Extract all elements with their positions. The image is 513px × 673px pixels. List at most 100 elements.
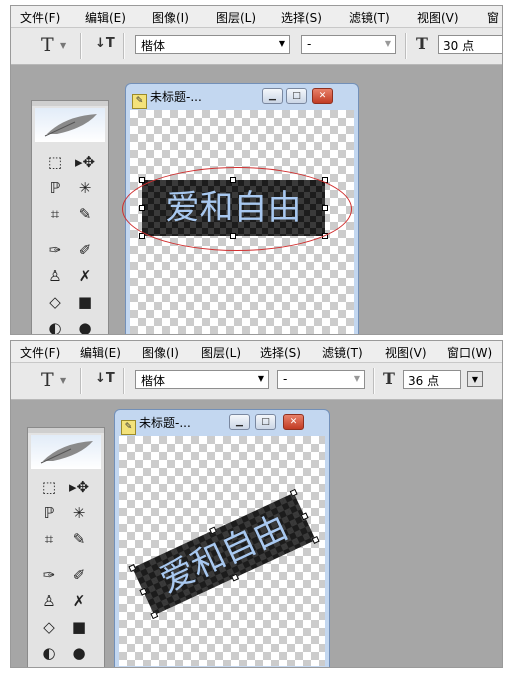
text-orientation-icon[interactable]: ↓T [95,36,115,51]
gradient-tool-icon[interactable]: ■ [72,291,98,313]
menu-view[interactable]: 视图(V) [385,344,427,361]
brush-tool-icon[interactable]: ✐ [66,564,92,586]
tools-panel: ⬚ ▸✥ ℙ ✳ ⌗ ✎ ✑ ✐ ♙ ✗ ◇ ■ ◐ ● [31,100,109,334]
maximize-button[interactable]: □ [255,414,276,430]
font-style-value: - [283,372,288,386]
chevron-down-icon[interactable]: ▼ [60,41,66,50]
slice-tool-icon[interactable]: ✎ [66,528,92,550]
font-size-value: 36 点 [408,374,440,388]
red-annotation-oval [122,167,352,251]
rotated-text-group: 爱和自由 [125,487,323,622]
eraser-tool-icon[interactable]: ◇ [42,291,68,313]
history-brush-tool-icon[interactable]: ✗ [66,590,92,612]
brush-tool-icon[interactable]: ✐ [72,239,98,261]
separator [80,368,82,394]
menu-file[interactable]: 文件(F) [20,344,60,361]
options-bar: T ▼ ↓T 楷体 ▼ - ▼ T 36 点 ▼ [11,363,502,400]
font-size-input[interactable]: 36 点 [403,370,461,389]
feather-logo [31,435,101,469]
font-size-input[interactable]: 30 点 [438,35,502,54]
slice-tool-icon[interactable]: ✎ [72,203,98,225]
tools-panel: ⬚ ▸✥ ℙ ✳ ⌗ ✎ ✑ ✐ ♙ ✗ ◇ ■ ◐ ● [27,427,105,667]
move-tool-icon[interactable]: ▸✥ [72,151,98,173]
menu-file[interactable]: 文件(F) [20,9,60,26]
separator [405,33,407,59]
close-button[interactable]: ✕ [312,88,333,104]
history-brush-tool-icon[interactable]: ✗ [72,265,98,287]
lasso-tool-icon[interactable]: ℙ [36,502,62,524]
document-title[interactable]: ✎ 未标题-... [121,414,191,435]
chevron-down-icon: ▼ [278,39,285,48]
crop-tool-icon[interactable]: ⌗ [42,203,68,225]
close-button[interactable]: ✕ [283,414,304,430]
blur-tool-icon[interactable]: ◐ [36,642,62,664]
dodge-tool-icon[interactable]: ● [66,642,92,664]
transform-handle[interactable] [300,512,309,521]
menu-view[interactable]: 视图(V) [417,9,459,26]
type-tool-icon[interactable]: T [41,34,54,56]
blur-tool-icon[interactable]: ◐ [42,317,68,334]
menu-filter[interactable]: 滤镜(T) [349,9,390,26]
menu-edit[interactable]: 编辑(E) [85,9,126,26]
menu-image[interactable]: 图像(I) [142,344,179,361]
transform-handle[interactable] [139,177,145,183]
magic-wand-tool-icon[interactable]: ✳ [66,502,92,524]
chevron-down-icon: ▼ [384,39,391,48]
dodge-tool-icon[interactable]: ● [72,317,98,334]
font-size-dropdown-button[interactable]: ▼ [467,371,483,387]
screenshot-bottom: 文件(F) 编辑(E) 图像(I) 图层(L) 选择(S) 滤镜(T) 视图(V… [10,340,503,668]
font-family-select[interactable]: 楷体 ▼ [135,35,290,54]
options-bar: T ▼ ↓T 楷体 ▼ - ▼ T 30 点 [11,28,502,65]
transform-handle[interactable] [311,535,320,544]
crop-tool-icon[interactable]: ⌗ [36,528,62,550]
separator [373,368,375,394]
menu-window[interactable]: 窗 [487,9,499,26]
font-style-select[interactable]: - ▼ [277,370,365,389]
font-family-select[interactable]: 楷体 ▼ [135,370,269,389]
document-canvas[interactable]: 爱和自由 [122,110,354,334]
panel-grip[interactable] [28,428,104,433]
font-family-value: 楷体 [141,374,166,388]
minimize-button[interactable]: ▁ [262,88,283,104]
font-style-select[interactable]: - ▼ [301,35,396,54]
text-orientation-icon[interactable]: ↓T [95,371,115,386]
type-tool-icon[interactable]: T [41,369,54,391]
screenshot-top: 文件(F) 编辑(E) 图像(I) 图层(L) 选择(S) 滤镜(T) 视图(V… [10,5,503,335]
healing-brush-tool-icon[interactable]: ✑ [42,239,68,261]
menu-select[interactable]: 选择(S) [281,9,322,26]
chevron-down-icon[interactable]: ▼ [60,376,66,385]
text-layer[interactable]: 爱和自由 [132,492,316,616]
maximize-button[interactable]: □ [286,88,307,104]
font-size-value: 30 点 [443,39,475,53]
stamp-tool-icon[interactable]: ♙ [42,265,68,287]
magic-wand-tool-icon[interactable]: ✳ [72,177,98,199]
eraser-tool-icon[interactable]: ◇ [36,616,62,638]
menu-layer[interactable]: 图层(L) [216,9,256,26]
document-title-text: 未标题-... [150,90,202,104]
separator [123,33,125,59]
stamp-tool-icon[interactable]: ♙ [36,590,62,612]
marquee-tool-icon[interactable]: ⬚ [42,151,68,173]
chevron-down-icon: ▼ [257,374,264,383]
document-title[interactable]: ✎ 未标题-... [132,88,202,109]
minimize-button[interactable]: ▁ [229,414,250,430]
menu-bar: 文件(F) 编辑(E) 图像(I) 图层(L) 选择(S) 滤镜(T) 视图(V… [11,341,502,363]
lasso-tool-icon[interactable]: ℙ [42,177,68,199]
healing-brush-tool-icon[interactable]: ✑ [36,564,62,586]
menu-image[interactable]: 图像(I) [152,9,189,26]
panel-grip[interactable] [32,101,108,106]
menu-layer[interactable]: 图层(L) [201,344,241,361]
document-window: ✎ 未标题-... ▁ □ ✕ 爱和自由 [114,409,330,667]
gradient-tool-icon[interactable]: ■ [66,616,92,638]
menu-edit[interactable]: 编辑(E) [80,344,121,361]
menu-filter[interactable]: 滤镜(T) [322,344,363,361]
move-tool-icon[interactable]: ▸✥ [66,476,92,498]
font-style-value: - [307,37,312,51]
font-family-value: 楷体 [141,39,166,53]
menu-select[interactable]: 选择(S) [260,344,301,361]
separator [123,368,125,394]
document-canvas[interactable]: 爱和自由 [119,436,325,666]
marquee-tool-icon[interactable]: ⬚ [36,476,62,498]
menu-window[interactable]: 窗口(W) [447,344,492,361]
transform-handle[interactable] [289,488,298,497]
